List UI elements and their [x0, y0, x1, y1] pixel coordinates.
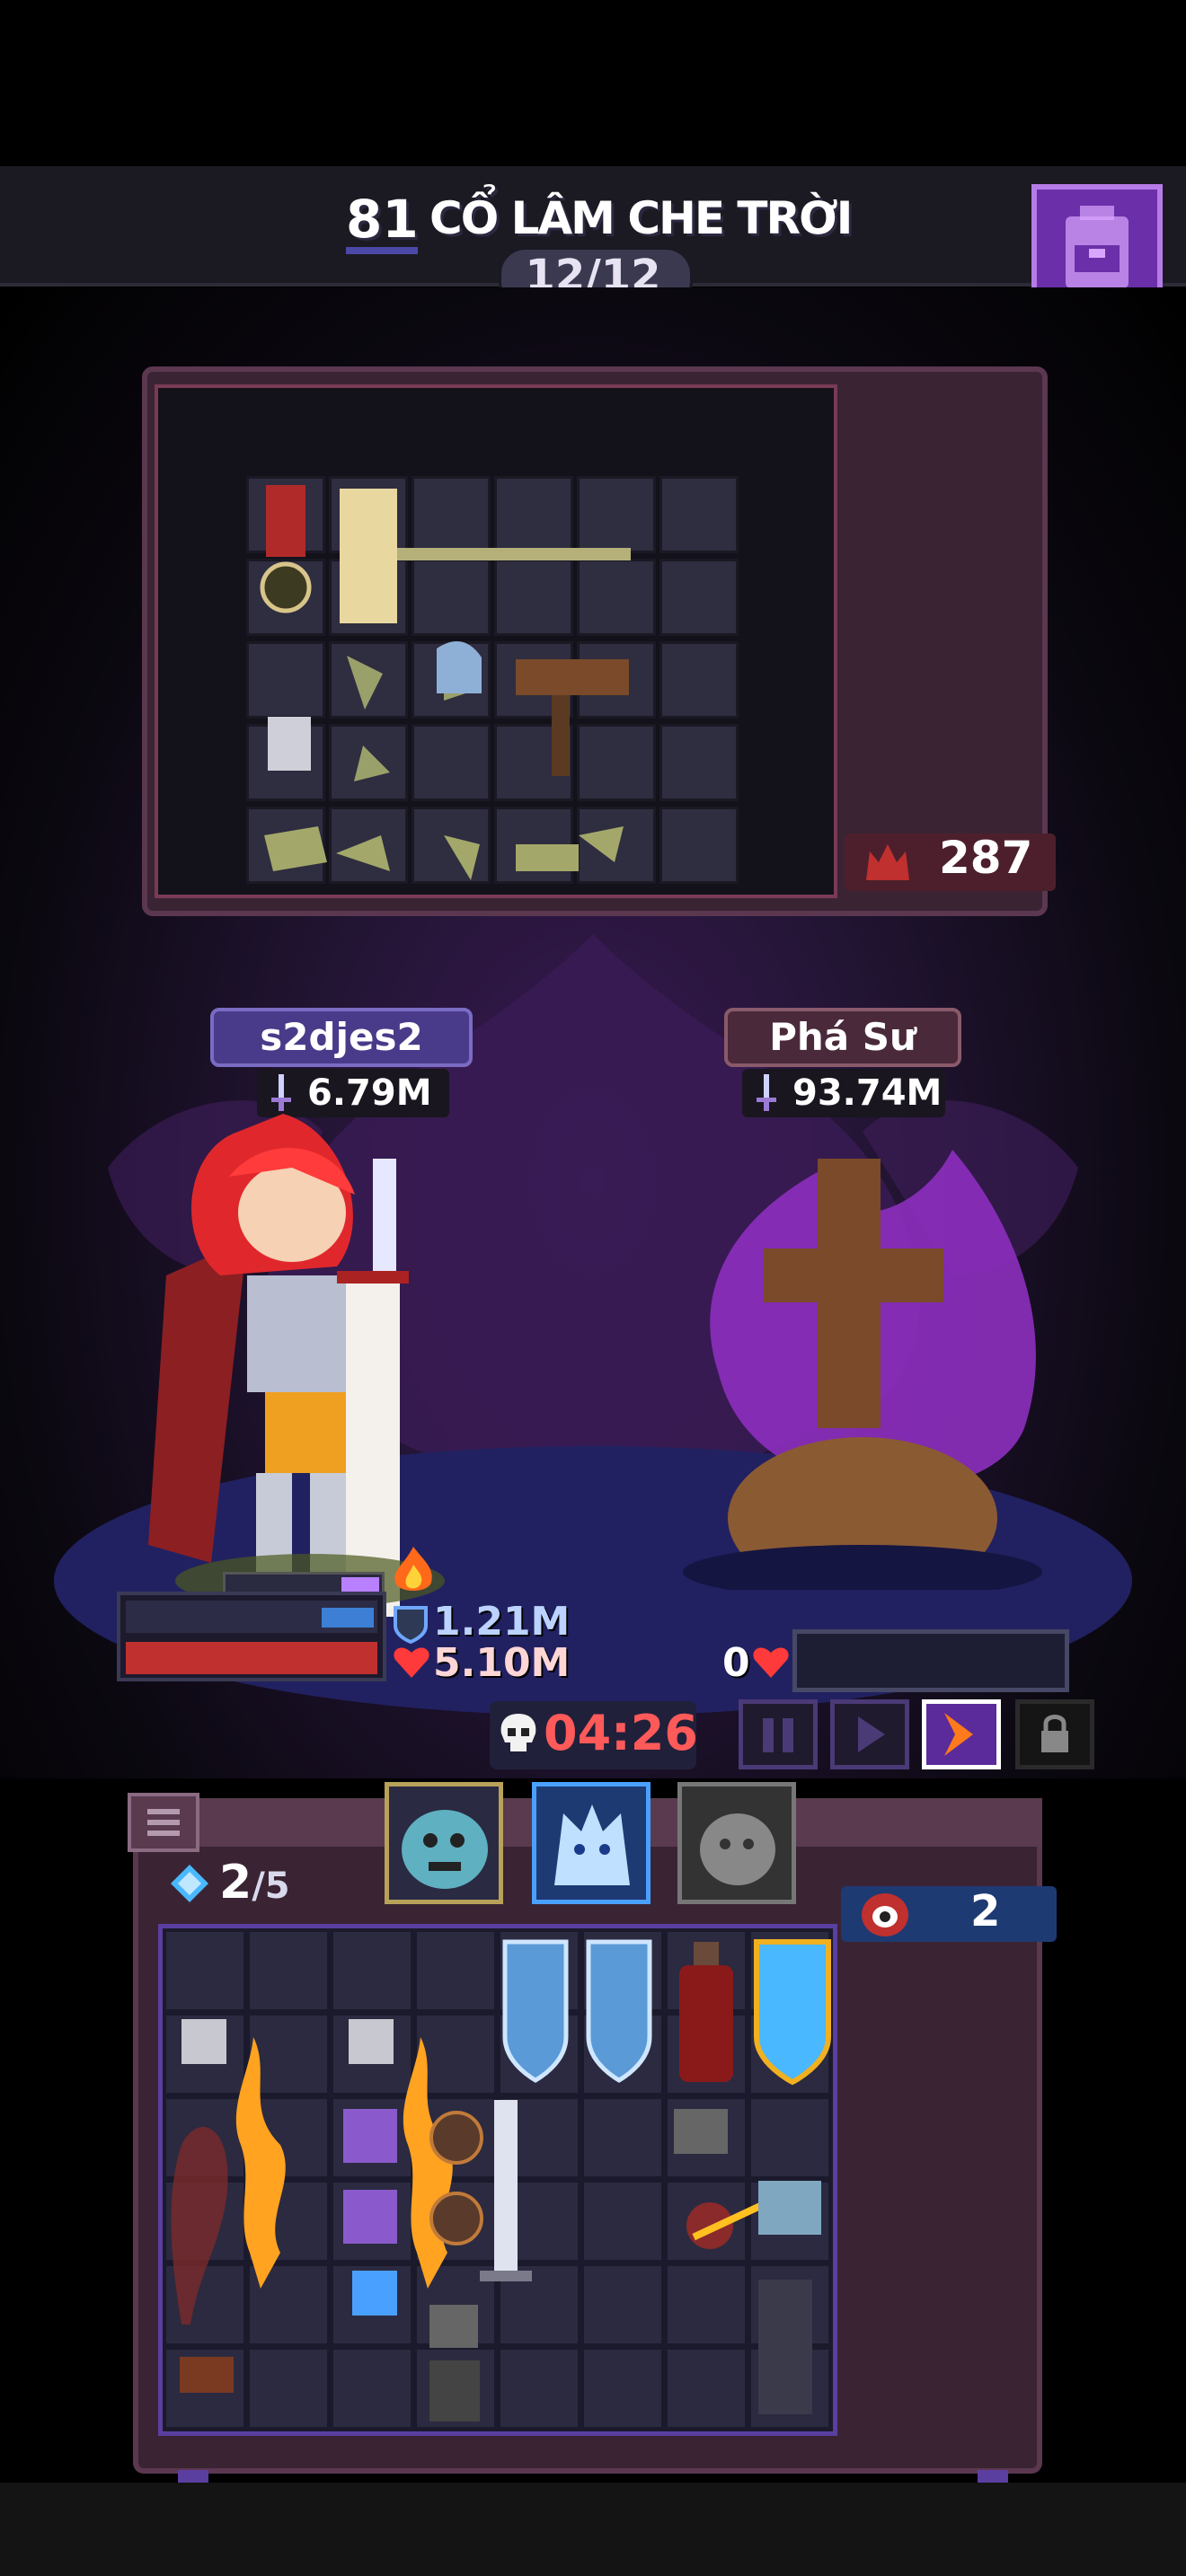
wolf-portrait-icon	[554, 1804, 630, 1885]
pause-icon	[763, 1718, 793, 1752]
slime-portrait-icon	[402, 1810, 488, 1889]
play-button[interactable]	[830, 1699, 909, 1769]
hero-shield-fill	[322, 1608, 374, 1628]
bottom-strip	[0, 2483, 1186, 2576]
fast-forward-button[interactable]	[922, 1699, 1001, 1769]
menu-button[interactable]	[128, 1793, 199, 1852]
demon-icon	[862, 1893, 908, 1936]
player-name: s2djes2	[260, 1015, 423, 1059]
player-nameplate: s2djes2	[210, 1008, 473, 1067]
enemy-tombstone	[683, 1150, 1042, 1590]
fast-forward-icon	[944, 1713, 973, 1756]
gem-counter: 2/5	[219, 1856, 290, 1910]
hero-portrait-ghost[interactable]	[677, 1782, 796, 1904]
hero-portrait-wolf[interactable]	[532, 1782, 651, 1904]
enemy-grid-items	[260, 485, 631, 880]
hero-portrait-slime[interactable]	[385, 1782, 503, 1904]
ghost-portrait-icon	[700, 1813, 775, 1885]
enemy-power: 93.74M	[792, 1072, 943, 1114]
heart-icon	[394, 1647, 429, 1678]
demon-icon	[866, 844, 909, 880]
hero-mana-fill	[341, 1577, 379, 1592]
inventory-items	[171, 1939, 831, 2422]
pause-button[interactable]	[739, 1699, 818, 1769]
enemy-name: Phá Sư	[769, 1015, 916, 1059]
lock-icon	[1041, 1715, 1068, 1752]
hero-hp-value: 5.10M	[433, 1640, 571, 1686]
gem-max: /5	[252, 1866, 290, 1907]
battle-timer: 04:26	[544, 1705, 698, 1761]
enemy-nameplate: Phá Sư	[724, 1008, 961, 1067]
heart-icon	[753, 1647, 789, 1678]
enemy-hp-bar	[792, 1629, 1069, 1692]
hero-hp-bar	[126, 1642, 377, 1674]
demon-count: 2	[970, 1886, 1001, 1936]
hero-character	[148, 1114, 445, 1617]
play-icon	[858, 1716, 885, 1752]
gem-count: 2	[219, 1856, 252, 1910]
stage-number-underline	[346, 247, 418, 254]
lock-button[interactable]	[1015, 1699, 1094, 1769]
enemy-count: 287	[939, 832, 1033, 884]
skull-icon	[500, 1714, 536, 1751]
enemy-hp-value: 0	[722, 1640, 750, 1686]
shield-icon	[394, 1606, 428, 1644]
stage-name: CỔ LÂM CHE TRỜI	[429, 192, 853, 244]
sword-icon	[757, 1074, 776, 1111]
menu-icon	[147, 1809, 180, 1836]
fire-icon	[394, 1547, 432, 1591]
hero-shield-value: 1.21M	[433, 1599, 571, 1645]
enemy-power-plate: 93.74M	[742, 1069, 945, 1117]
gem-icon	[171, 1865, 208, 1902]
stage-number: 81	[346, 189, 419, 250]
